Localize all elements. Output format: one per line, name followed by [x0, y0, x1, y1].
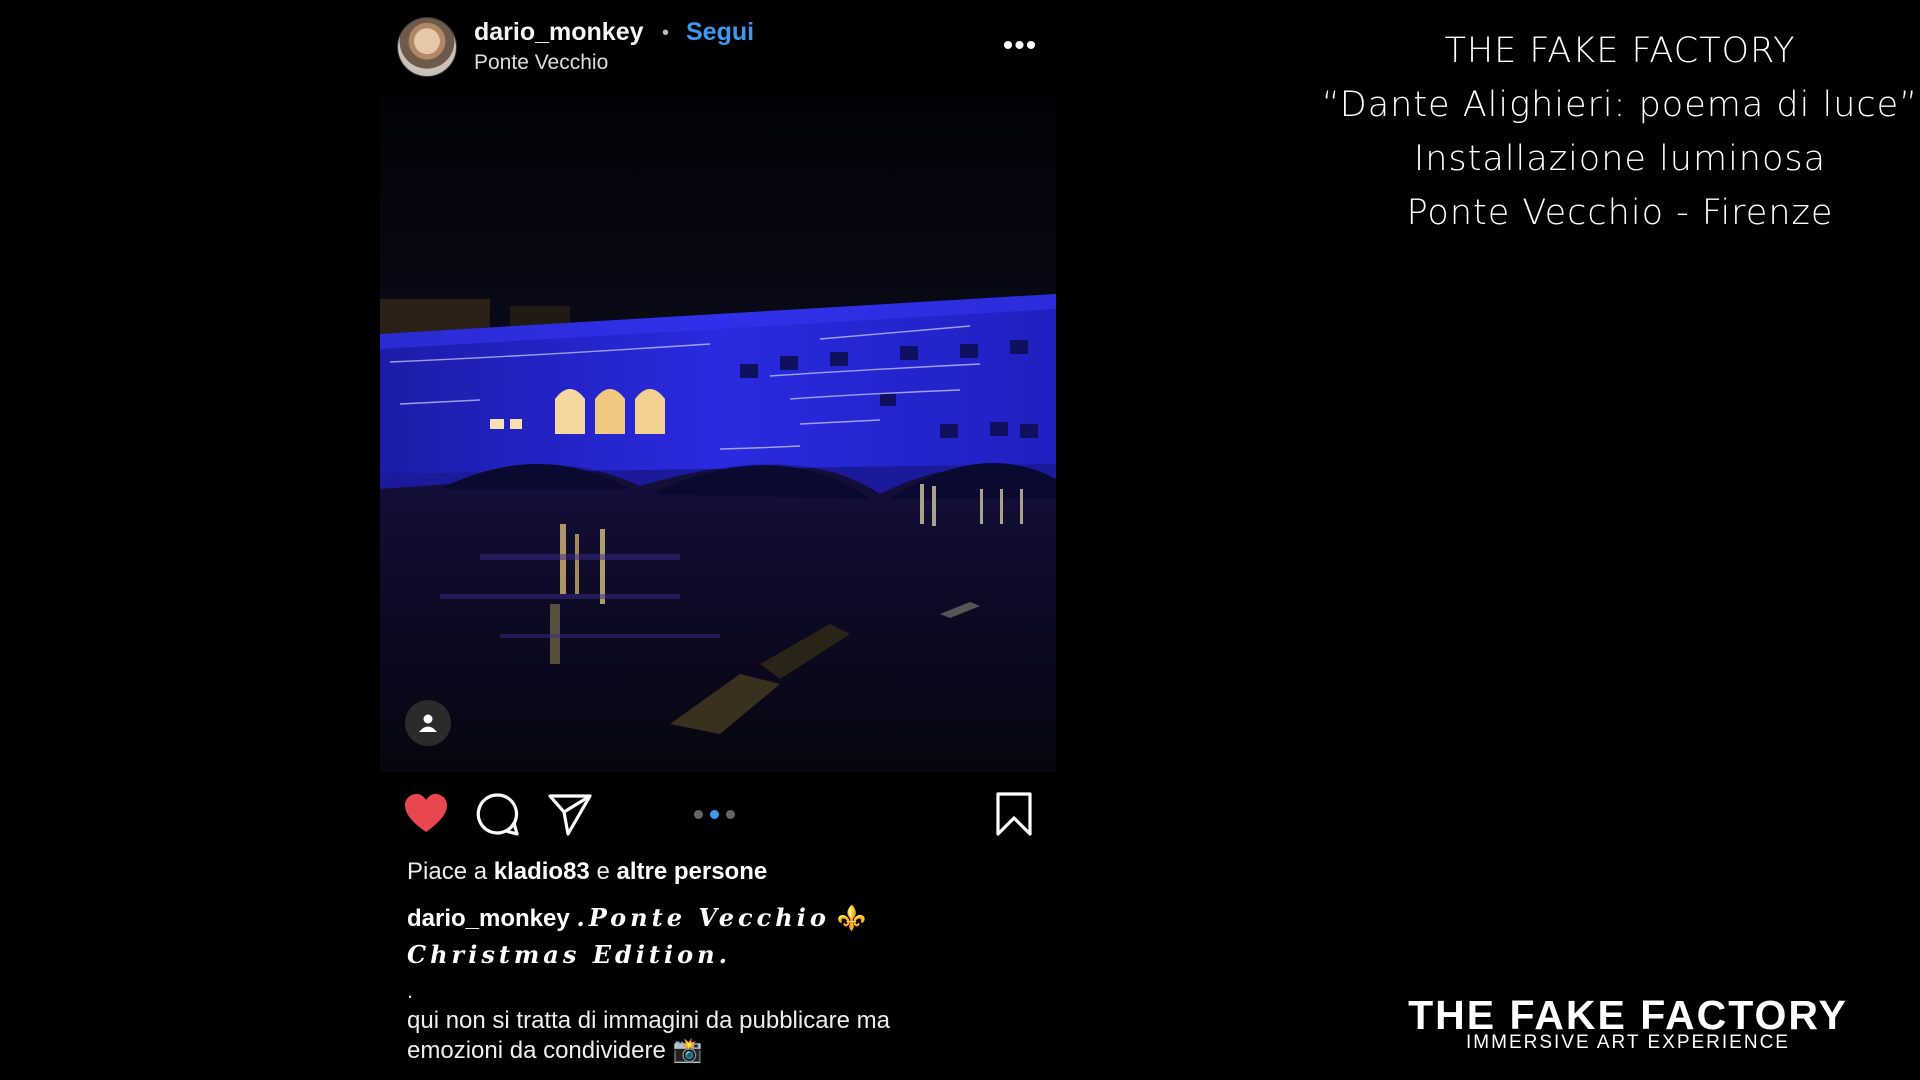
pager-dot-active	[710, 810, 719, 819]
likes-line: Piace a kladio83 e altre persone	[407, 858, 767, 886]
caption-username[interactable]: dario_monkey	[407, 905, 570, 932]
follow-button[interactable]: Segui	[686, 18, 754, 47]
event-info: THE FAKE FACTORY “Dante Alighieri: poema…	[1320, 24, 1920, 240]
likes-user-link[interactable]: kladio83	[494, 858, 590, 885]
user-tag-icon	[419, 714, 437, 732]
avatar[interactable]	[397, 17, 457, 77]
caption-body-line2: emozioni da condividere 📸	[407, 1037, 703, 1064]
instagram-post: dario_monkey • Segui Ponte Vecchio ••• P…	[380, 0, 1056, 1080]
like-button[interactable]	[402, 790, 450, 838]
post-location[interactable]: Ponte Vecchio	[474, 51, 608, 75]
caption-body-line1: qui non si tratta di immagini da pubblic…	[407, 1007, 890, 1034]
brand-logo: THE FAKE FACTORY IMMERSIVE ART EXPERIENC…	[1398, 992, 1858, 1054]
post-actions-bar	[380, 790, 1056, 840]
save-button[interactable]	[990, 790, 1038, 838]
pager-dot	[694, 810, 703, 819]
caption-text-line2: Christmas Edition.	[407, 940, 731, 969]
share-button[interactable]	[546, 790, 594, 838]
post-caption: dario_monkey .Ponte Vecchio ⚜️ Christmas…	[407, 900, 967, 974]
brand-tagline: IMMERSIVE ART EXPERIENCE	[1466, 1032, 1790, 1053]
heart-icon	[405, 794, 447, 832]
info-type: Installazione luminosa	[1413, 139, 1827, 179]
likes-middle: e	[596, 858, 610, 885]
caption-dot: .	[407, 978, 414, 1003]
separator-dot: •	[662, 22, 670, 44]
pager-dot	[726, 810, 735, 819]
ponte-vecchio-night-photo	[380, 94, 1056, 772]
likes-prefix: Piace a	[407, 858, 488, 885]
tag-people-button[interactable]	[405, 700, 451, 746]
more-options-icon[interactable]: •••	[1000, 26, 1040, 66]
caption-text-line1: .Ponte Vecchio	[576, 903, 830, 932]
likes-others-link[interactable]: altre persone	[616, 858, 767, 885]
info-place: Ponte Vecchio - Firenze	[1406, 193, 1834, 233]
caption-body: qui non si tratta di immagini da pubblic…	[407, 1006, 1027, 1066]
carousel-pager	[694, 810, 735, 819]
send-icon	[548, 794, 592, 836]
comment-button[interactable]	[474, 790, 522, 838]
bookmark-icon	[996, 792, 1032, 836]
post-username[interactable]: dario_monkey	[474, 18, 644, 47]
fleur-de-lis-icon: ⚜️	[836, 905, 867, 932]
comment-icon	[476, 793, 519, 836]
info-subtitle: “Dante Alighieri: poema di luce”	[1321, 85, 1919, 125]
post-photo[interactable]	[380, 94, 1056, 772]
info-title: THE FAKE FACTORY	[1444, 31, 1796, 71]
